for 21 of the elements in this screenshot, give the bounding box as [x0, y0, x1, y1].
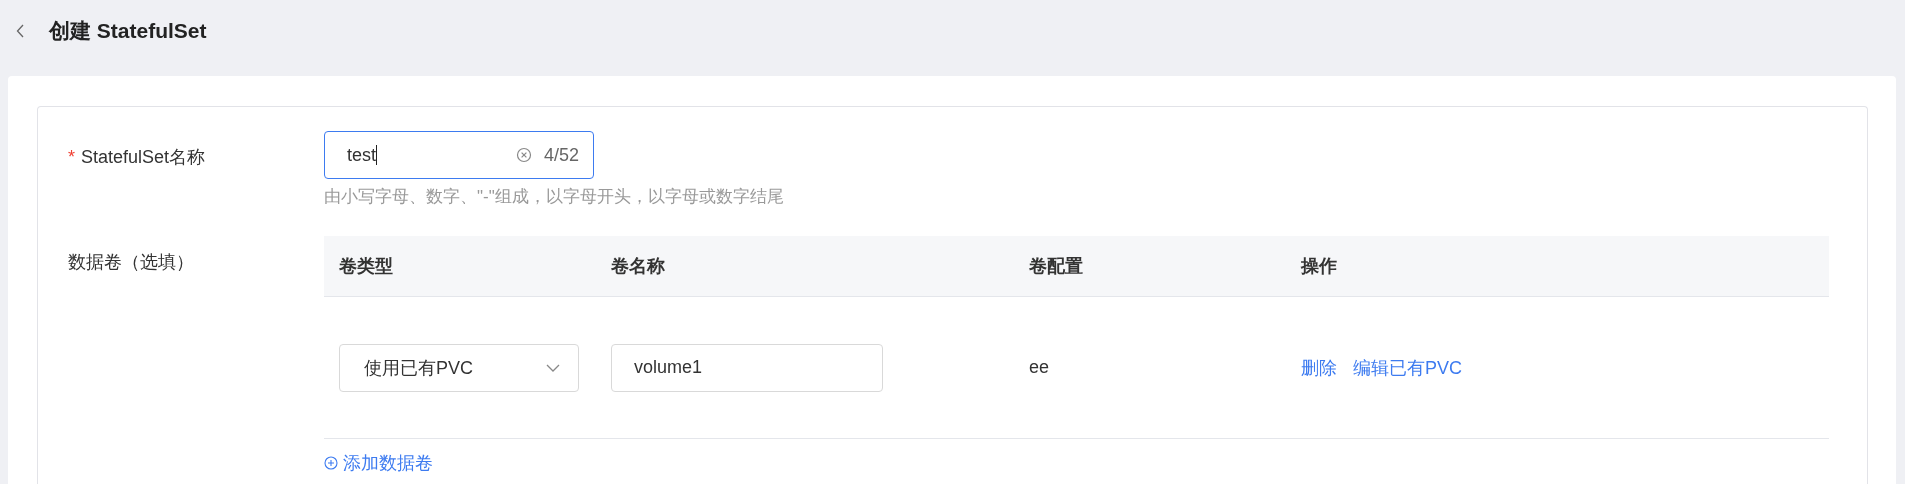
column-header: 卷名称 — [610, 255, 666, 278]
action-link[interactable]: 删除 — [1301, 355, 1337, 380]
column-header: 卷配置 — [1028, 255, 1084, 278]
column-header: 操作 — [1300, 255, 1338, 278]
back-icon[interactable] — [16, 24, 25, 38]
table-cell-text: ee — [1028, 357, 1051, 378]
page-title: 创建 StatefulSet — [49, 18, 207, 44]
volume-type-select[interactable]: 使用已有PVC — [339, 343, 579, 392]
name-input[interactable]: test 4/52 — [324, 131, 594, 179]
character-counter: 4/52 — [543, 144, 579, 166]
field-label: StatefulSet名称 — [81, 147, 206, 167]
required-mark: * — [68, 147, 75, 167]
plus-circle-icon — [324, 456, 338, 470]
clear-icon[interactable] — [515, 147, 532, 163]
hint-text: 由小写字母、数字、"-"组成，以字母开头，以字母或数字结尾 — [324, 186, 784, 208]
column-header: 卷类型 — [338, 255, 394, 278]
chevron-down-icon — [546, 363, 560, 372]
field-label: 数据卷（选填） — [68, 252, 194, 272]
action-link[interactable]: 编辑已有PVC — [1353, 355, 1462, 380]
add-volume-link[interactable]: 添加数据卷 — [324, 451, 433, 475]
volume-name-input[interactable]: volume1 — [611, 343, 883, 392]
